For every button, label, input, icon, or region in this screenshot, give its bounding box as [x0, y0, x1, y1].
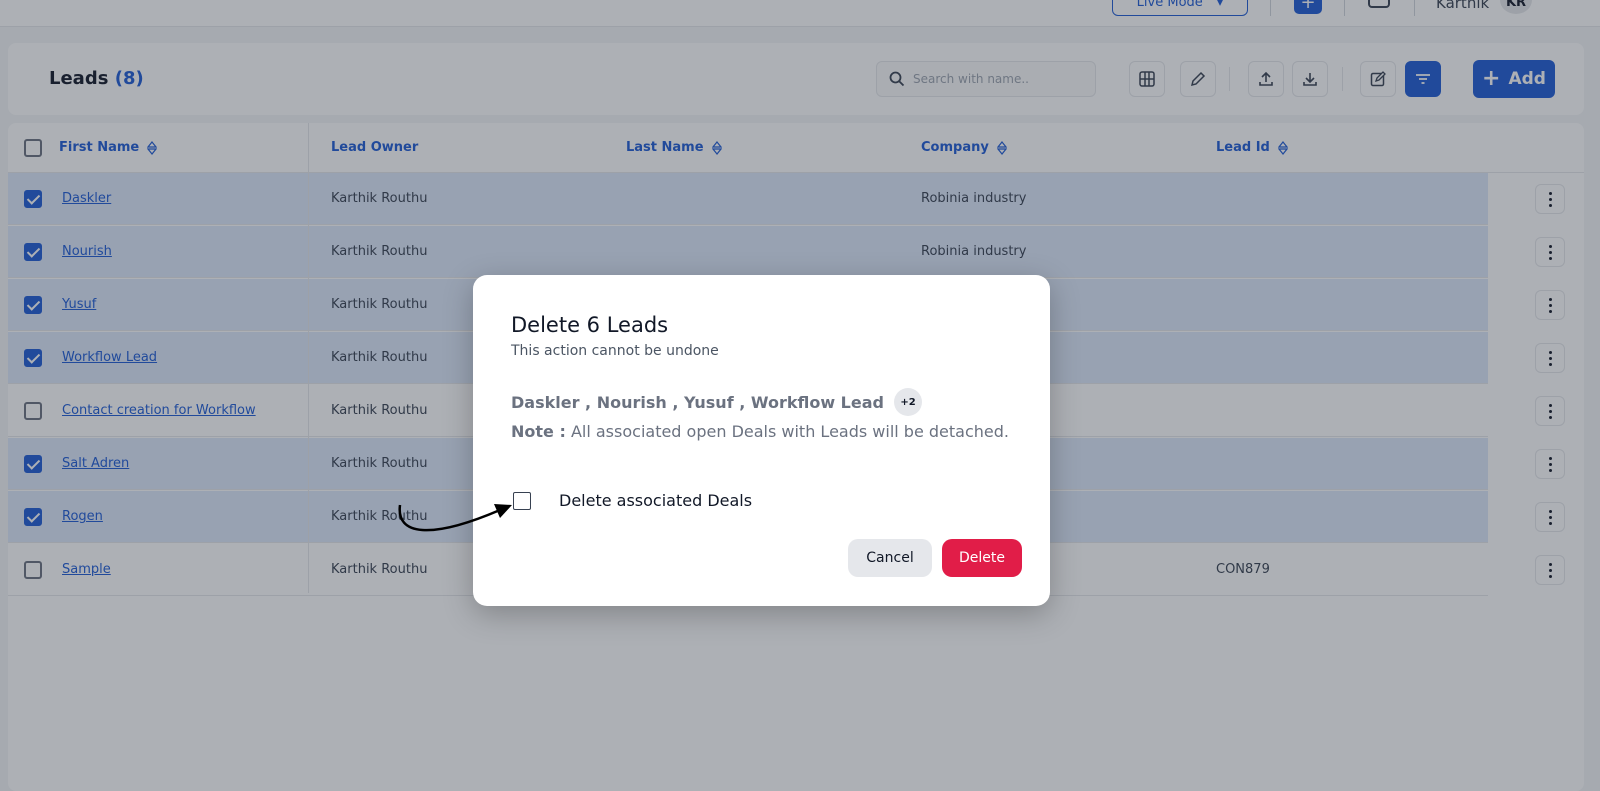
note-label: Note : [511, 422, 566, 441]
annotation-arrow-icon [398, 504, 512, 532]
modal-subtitle: This action cannot be undone [511, 343, 719, 359]
delete-button[interactable]: Delete [942, 539, 1022, 577]
lead-names-text: Daskler , Nourish , Yusuf , Workflow Lea… [511, 392, 884, 412]
delete-leads-modal: Delete 6 Leads This action cannot be und… [473, 275, 1050, 606]
delete-deals-label[interactable]: Delete associated Deals [559, 491, 752, 510]
note-text: All associated open Deals with Leads wil… [570, 422, 1009, 441]
selected-lead-names: Daskler , Nourish , Yusuf , Workflow Lea… [511, 388, 922, 416]
cancel-button[interactable]: Cancel [848, 539, 932, 577]
modal-title: Delete 6 Leads [511, 313, 669, 337]
more-count-badge[interactable]: +2 [893, 388, 922, 416]
modal-note: Note : All associated open Deals with Le… [511, 419, 1011, 444]
